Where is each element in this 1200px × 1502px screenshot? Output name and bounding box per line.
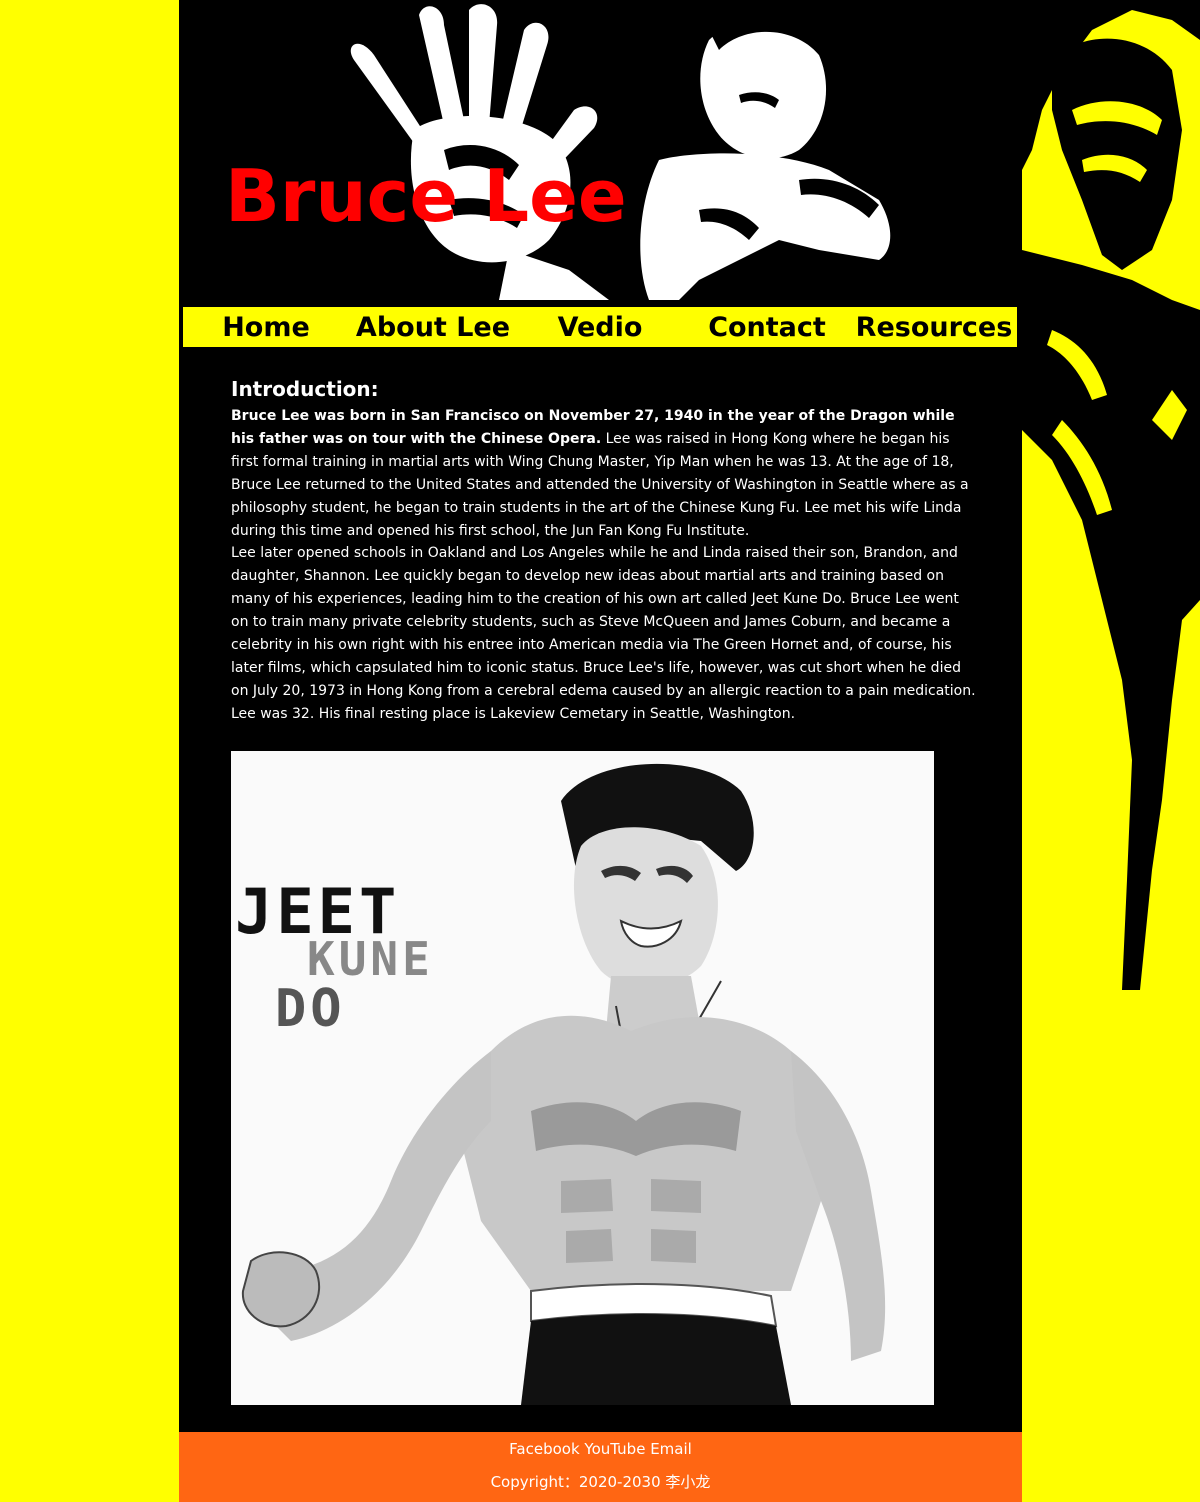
intro-text: Bruce Lee was born in San Francisco on N… [231,405,976,726]
header-banner: Bruce Lee [179,0,1022,300]
nav-contact[interactable]: Contact [683,312,851,343]
nav-home[interactable]: Home [183,312,349,343]
page: Bruce Lee Home About Lee Vedio Contact R… [0,0,1200,1502]
main-container: Bruce Lee Home About Lee Vedio Contact R… [179,0,1022,1502]
side-poster-image [1022,0,1200,990]
intro-lead-rest: Lee was raised in Hong Kong where he beg… [231,430,969,539]
bruce-lee-portrait-graphic [231,751,934,1405]
footer-link-email[interactable]: Email [650,1440,692,1458]
footer-link-facebook[interactable]: Facebook [509,1440,579,1458]
bruce-lee-silhouette-graphic [1022,0,1200,990]
nav-vedio[interactable]: Vedio [517,312,683,343]
jkd-word-do: DO [275,979,346,1039]
copyright-text: Copyright：2020-2030 李小龙 [490,1473,711,1491]
intro-paragraph-2: Lee later opened schools in Oakland and … [231,545,976,722]
bruce-lee-hand-graphic [179,0,1022,300]
jeet-kune-do-photo: JEET KUNE DO [231,751,934,1405]
main-nav: Home About Lee Vedio Contact Resources [183,307,1017,347]
site-title: Bruce Lee [225,154,627,238]
footer: Facebook YouTube Email Copyright：2020-20… [179,1432,1022,1502]
jkd-word-kune: KUNE [307,932,434,986]
nav-about-lee[interactable]: About Lee [349,312,517,343]
nav-resources[interactable]: Resources [851,312,1017,343]
footer-link-youtube[interactable]: YouTube [584,1440,645,1458]
intro-heading: Introduction: [231,377,379,401]
footer-links: Facebook YouTube Email [179,1440,1022,1458]
